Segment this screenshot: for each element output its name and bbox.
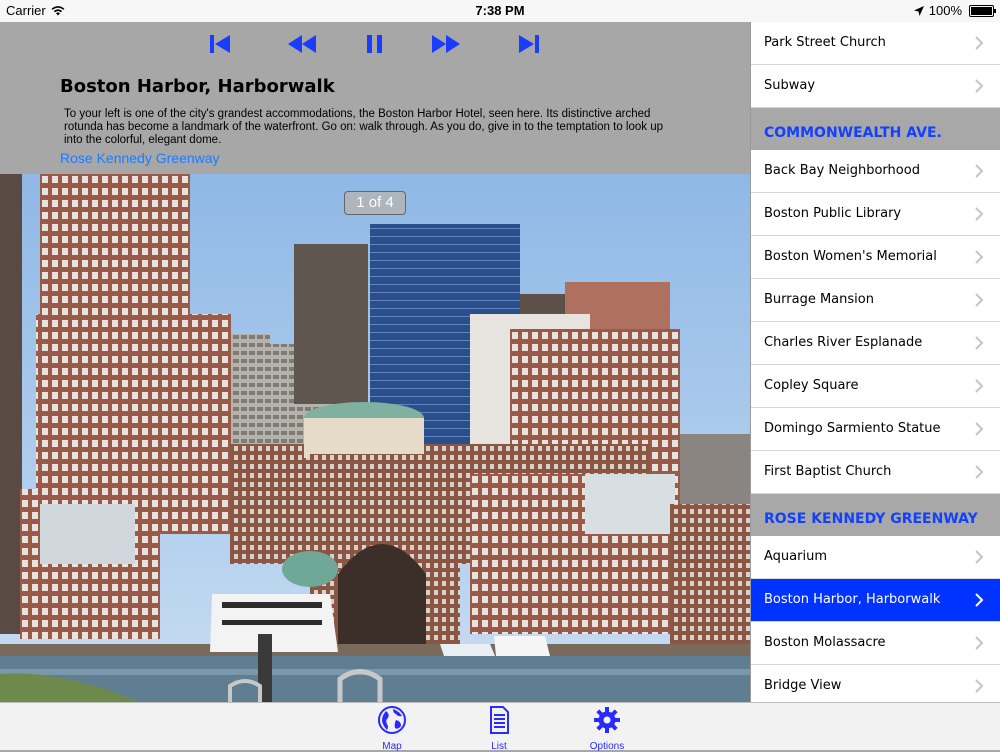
list-item-domingo-sarmiento[interactable]: Domingo Sarmiento Statue — [751, 408, 1000, 451]
location-list: Park Street Church Subway COMMONWEALTH A… — [750, 22, 1000, 702]
list-item-label: Park Street Church — [764, 35, 886, 50]
info-panel: Boston Harbor, Harborwalk To your left i… — [0, 66, 750, 174]
list-item-bridge-view[interactable]: Bridge View — [751, 665, 1000, 702]
location-description: To your left is one of the city's grande… — [64, 108, 663, 146]
tab-list-label: List — [491, 741, 507, 752]
location-arrow-icon — [913, 5, 924, 16]
tab-map[interactable]: Map — [352, 705, 432, 752]
list-item-label: Burrage Mansion — [764, 292, 874, 307]
list-item-aquarium[interactable]: Aquarium — [751, 536, 1000, 579]
skip-back-button[interactable] — [207, 31, 233, 57]
list-item-label: Boston Public Library — [764, 206, 902, 221]
rewind-button[interactable] — [287, 31, 317, 57]
list-item-first-baptist-church[interactable]: First Baptist Church — [751, 451, 1000, 494]
section-header-label: ROSE KENNEDY GREENWAY — [764, 511, 978, 527]
list-item-boston-molassacre[interactable]: Boston Molassacre — [751, 622, 1000, 665]
list-item-copley-square[interactable]: Copley Square — [751, 365, 1000, 408]
skip-forward-button[interactable] — [516, 31, 542, 57]
list-item-label: Boston Harbor, Harborwalk — [764, 592, 941, 607]
chevron-right-icon — [975, 550, 984, 564]
tab-bar: Map List Options — [0, 702, 1000, 752]
status-bar: Carrier 7:38 PM 100% — [0, 0, 1000, 22]
list-item-label: Subway — [764, 78, 816, 93]
list-item-womens-memorial[interactable]: Boston Women's Memorial — [751, 236, 1000, 279]
list-item-park-street-church[interactable]: Park Street Church — [751, 22, 1000, 65]
chevron-right-icon — [975, 336, 984, 350]
tab-map-label: Map — [382, 741, 402, 752]
list-item-label: Boston Molassacre — [764, 635, 886, 650]
status-right: 100% — [913, 3, 996, 18]
skip-back-icon — [210, 35, 230, 53]
list-item-harborwalk-selected[interactable]: Boston Harbor, Harborwalk — [751, 579, 1000, 622]
chevron-right-icon — [975, 422, 984, 436]
section-header-label: COMMONWEALTH AVE. — [764, 125, 942, 141]
chevron-right-icon — [975, 79, 984, 93]
chevron-right-icon — [975, 379, 984, 393]
battery-percent: 100% — [928, 3, 962, 18]
rewind-icon — [288, 35, 316, 53]
section-header-commonwealth: COMMONWEALTH AVE. — [751, 108, 1000, 150]
section-header-greenway: ROSE KENNEDY GREENWAY — [751, 494, 1000, 536]
list-item-label: Charles River Esplanade — [764, 335, 923, 350]
page-indicator: 1 of 4 — [344, 191, 406, 215]
location-title: Boston Harbor, Harborwalk — [60, 76, 335, 97]
chevron-right-icon — [975, 164, 984, 178]
chevron-right-icon — [975, 36, 984, 50]
chevron-right-icon — [975, 593, 984, 607]
fast-forward-icon — [432, 35, 460, 53]
chevron-right-icon — [975, 250, 984, 264]
list-item-label: Bridge View — [764, 678, 842, 693]
chevron-right-icon — [975, 293, 984, 307]
list-item-label: Copley Square — [764, 378, 859, 393]
chevron-right-icon — [975, 465, 984, 479]
pause-button[interactable] — [362, 31, 388, 57]
list-item-label: Back Bay Neighborhood — [764, 163, 920, 178]
list-item-label: Domingo Sarmiento Statue — [764, 421, 941, 436]
list-item-label: First Baptist Church — [764, 464, 892, 479]
media-controls — [0, 22, 750, 66]
tab-list[interactable]: List — [459, 705, 539, 752]
list-item-back-bay[interactable]: Back Bay Neighborhood — [751, 150, 1000, 193]
list-item-charles-river-esplanade[interactable]: Charles River Esplanade — [751, 322, 1000, 365]
fast-forward-button[interactable] — [431, 31, 461, 57]
list-item-subway[interactable]: Subway — [751, 65, 1000, 108]
list-item-label: Boston Women's Memorial — [764, 249, 937, 264]
detail-pane: Boston Harbor, Harborwalk To your left i… — [0, 22, 750, 702]
status-time: 7:38 PM — [475, 3, 525, 18]
category-link[interactable]: Rose Kennedy Greenway — [60, 150, 220, 166]
globe-icon — [378, 706, 406, 734]
harbor-photo-image — [0, 174, 750, 702]
chevron-right-icon — [975, 207, 984, 221]
list-item-burrage-mansion[interactable]: Burrage Mansion — [751, 279, 1000, 322]
tab-options[interactable]: Options — [567, 705, 647, 752]
tab-options-label: Options — [589, 741, 625, 752]
gear-icon — [594, 707, 620, 733]
chevron-right-icon — [975, 636, 984, 650]
list-item-boston-public-library[interactable]: Boston Public Library — [751, 193, 1000, 236]
battery-icon — [969, 4, 996, 17]
pause-icon — [367, 35, 382, 53]
chevron-right-icon — [975, 679, 984, 693]
list-document-icon — [490, 706, 509, 734]
location-photo[interactable]: 1 of 4 — [0, 174, 750, 702]
list-item-label: Aquarium — [764, 549, 827, 564]
skip-forward-icon — [519, 35, 539, 53]
